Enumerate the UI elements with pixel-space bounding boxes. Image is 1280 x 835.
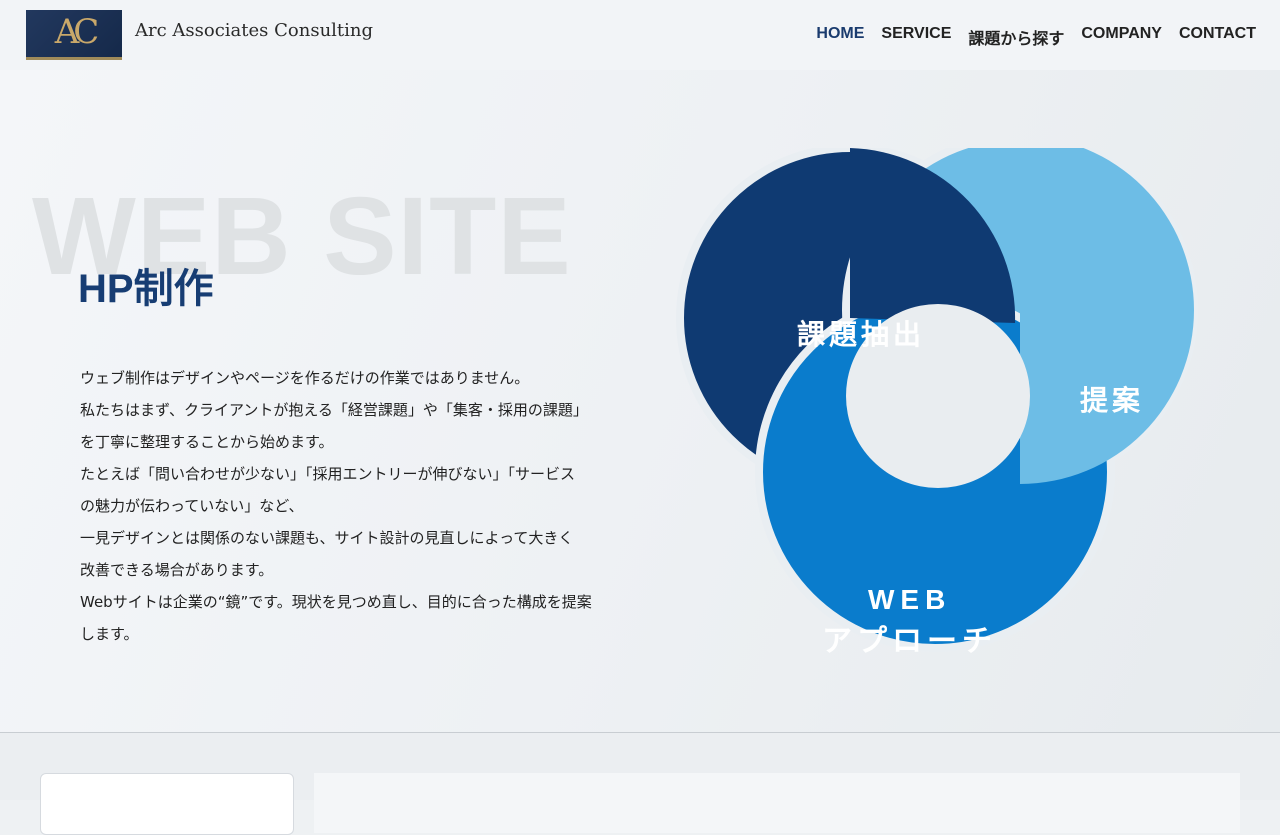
label-issue-extraction: 課題抽出 — [797, 318, 925, 350]
label-proposal: 提案 — [1080, 384, 1144, 416]
hero-section: WEB SITE HP制作 ウェブ制作はデザインやページを作るだけの作業ではあり… — [0, 70, 1280, 732]
sidebar-card — [40, 773, 294, 835]
nav-home[interactable]: HOME — [816, 25, 864, 49]
page-title: HP制作 — [78, 267, 214, 311]
content-panel — [314, 773, 1240, 833]
intro-text: ウェブ制作はデザインやページを作るだけの作業ではありません。 私たちはまず、クラ… — [80, 362, 640, 650]
intro-line: します。 — [80, 625, 139, 643]
intro-line: を丁寧に整理することから始めます。 — [80, 433, 334, 451]
nav-find-by-issue[interactable]: 課題から探す — [968, 25, 1064, 49]
label-web: WEB — [868, 584, 951, 615]
company-logo[interactable]: AC — [26, 10, 122, 60]
main-nav: HOME SERVICE 課題から探す COMPANY CONTACT — [816, 25, 1256, 49]
intro-line: ウェブ制作はデザインやページを作るだけの作業ではありません。 — [80, 369, 530, 387]
nav-service[interactable]: SERVICE — [881, 25, 951, 49]
next-section — [0, 733, 1280, 835]
site-header: AC Arc Associates Consulting HOME SERVIC… — [0, 0, 1280, 70]
company-name[interactable]: Arc Associates Consulting — [135, 20, 373, 41]
intro-line: たとえば「問い合わせが少ない」「採用エントリーが伸びない」「サービス — [80, 465, 576, 483]
intro-line: Webサイトは企業の“鏡”です。現状を見つめ直し、目的に合った構成を提案 — [80, 593, 592, 611]
nav-contact[interactable]: CONTACT — [1179, 25, 1256, 49]
logo-mark: AC — [54, 12, 100, 52]
intro-line: 私たちはまず、クライアントが抱える「経営課題」や「集客・採用の課題」 — [80, 401, 588, 419]
intro-line: 改善できる場合があります。 — [80, 561, 274, 579]
intro-line: 一見デザインとは関係のない課題も、サイト設計の見直しによって大きく — [80, 529, 574, 547]
cycle-diagram: 課題抽出 提案 WEB アプローチ — [676, 148, 1198, 658]
label-approach: アプローチ — [822, 625, 997, 658]
nav-company[interactable]: COMPANY — [1081, 25, 1162, 49]
intro-line: の魅力が伝わっていない」など、 — [80, 497, 304, 515]
